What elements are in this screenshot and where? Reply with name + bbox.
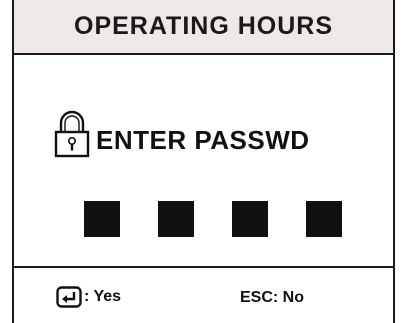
- enter-key-icon: [56, 286, 82, 308]
- password-digit-box: [306, 201, 342, 237]
- confirm-label: : Yes: [84, 288, 122, 305]
- confirm-hint[interactable]: : Yes: [56, 286, 121, 308]
- cancel-hint[interactable]: ESC: No: [240, 289, 304, 307]
- cancel-label: ESC: No: [240, 289, 304, 306]
- password-digit-box: [84, 201, 120, 237]
- page-title: OPERATING HOURS: [74, 12, 333, 40]
- password-digit-box: [158, 201, 194, 237]
- password-digit-box: [232, 201, 268, 237]
- footer-bar: : Yes ESC: No: [14, 266, 393, 323]
- prompt-text: ENTER PASSWD: [96, 125, 310, 155]
- password-prompt: ENTER PASSWD: [54, 108, 310, 158]
- password-screen: OPERATING HOURS ENTER PASSWD : Yes ESC: …: [12, 0, 395, 323]
- header-bar: OPERATING HOURS: [14, 0, 393, 55]
- password-digits: [84, 201, 342, 237]
- lock-icon: [54, 110, 90, 158]
